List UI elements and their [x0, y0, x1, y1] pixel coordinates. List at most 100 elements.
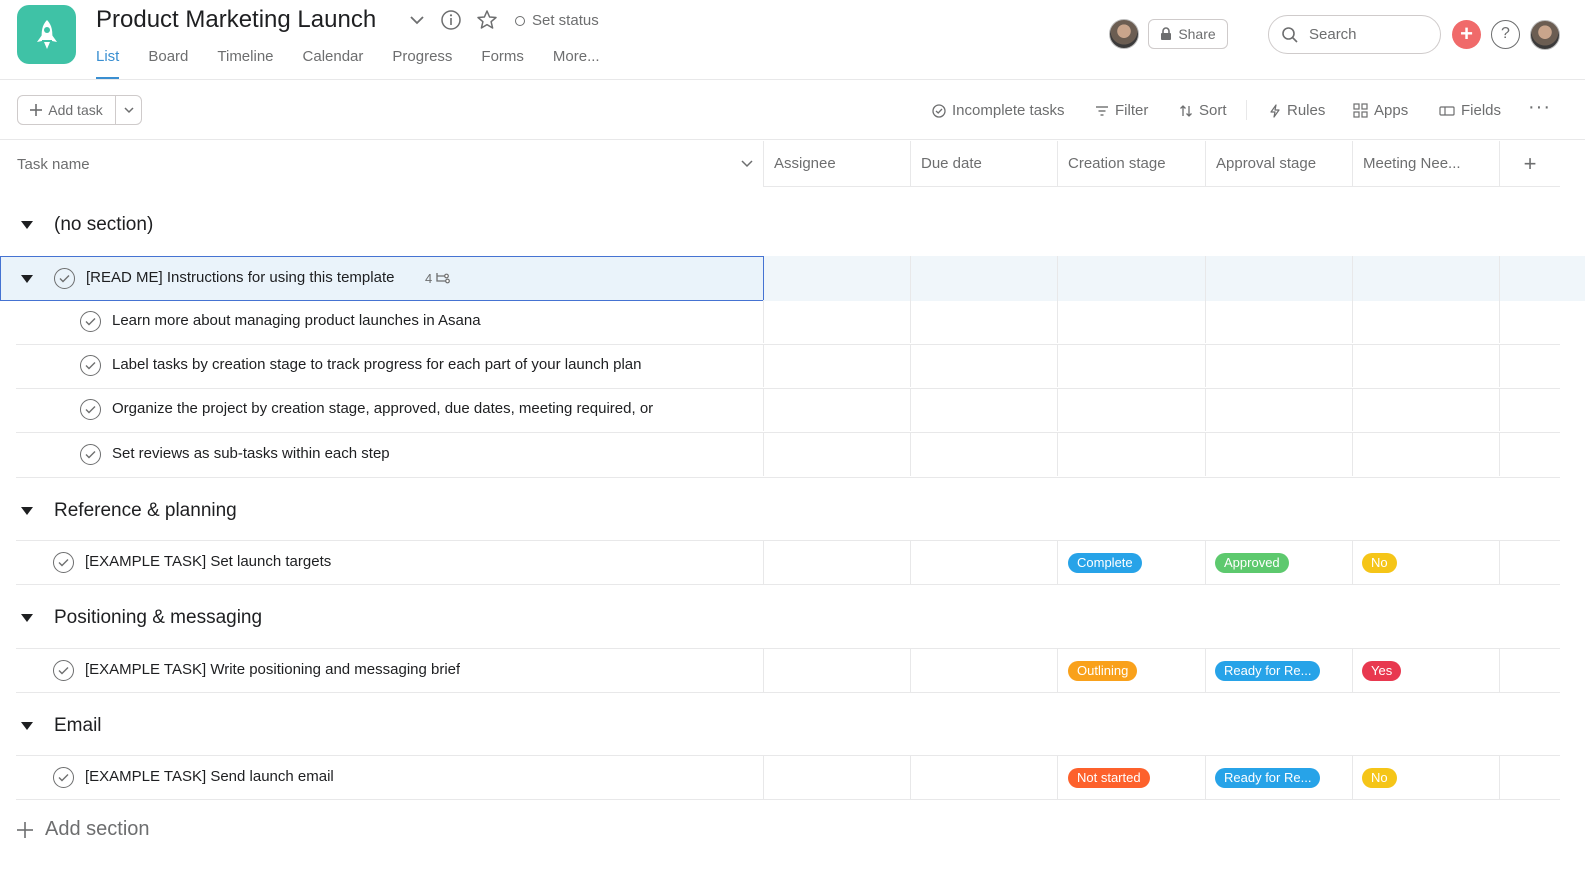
- tab-progress[interactable]: Progress: [392, 48, 452, 79]
- expand-subtasks-caret-icon[interactable]: [21, 275, 33, 283]
- collapse-caret-icon[interactable]: [21, 614, 33, 622]
- selected-task-cell[interactable]: [READ ME] Instructions for using this te…: [0, 256, 764, 301]
- more-actions-icon[interactable]: ···: [1528, 96, 1551, 119]
- add-column-icon[interactable]: +: [1499, 141, 1560, 187]
- subtask-row[interactable]: Organize the project by creation stage, …: [16, 388, 1560, 433]
- creation-stage-cell[interactable]: [1057, 388, 1205, 431]
- meeting-needed-pill[interactable]: No: [1362, 553, 1397, 573]
- column-due-date[interactable]: Due date: [910, 141, 1057, 187]
- approval-stage-cell[interactable]: [1205, 344, 1352, 387]
- star-icon[interactable]: [476, 9, 498, 31]
- meeting-needed-cell[interactable]: [1352, 344, 1499, 387]
- subtask-row[interactable]: Label tasks by creation stage to track p…: [16, 344, 1560, 389]
- due-date-cell[interactable]: [910, 433, 1057, 476]
- chevron-down-icon[interactable]: [408, 11, 426, 29]
- creation-stage-cell[interactable]: [1057, 433, 1205, 476]
- collapse-caret-icon[interactable]: [21, 722, 33, 730]
- subtask-row[interactable]: Set reviews as sub-tasks within each ste…: [16, 433, 1560, 478]
- approval-stage-pill[interactable]: Approved: [1215, 553, 1289, 573]
- quick-add-icon[interactable]: +: [1452, 20, 1481, 49]
- approval-stage-cell[interactable]: Approved: [1205, 541, 1352, 584]
- set-status-button[interactable]: Set status: [515, 12, 599, 29]
- collapse-caret-icon[interactable]: [21, 221, 33, 229]
- complete-check-icon[interactable]: [53, 660, 74, 681]
- due-date-cell[interactable]: [910, 541, 1057, 584]
- add-section-button[interactable]: Add section: [17, 818, 150, 841]
- filter-button[interactable]: Filter: [1095, 102, 1148, 119]
- rules-button[interactable]: Rules: [1269, 102, 1325, 119]
- subtask-name[interactable]: Label tasks by creation stage to track p…: [112, 356, 702, 373]
- creation-stage-cell[interactable]: Complete: [1057, 541, 1205, 584]
- complete-check-icon[interactable]: [54, 268, 75, 289]
- sort-button[interactable]: Sort: [1179, 102, 1227, 119]
- member-avatar[interactable]: [1109, 19, 1139, 49]
- assignee-cell[interactable]: [763, 649, 910, 692]
- task-row[interactable]: [EXAMPLE TASK] Send launch email Not sta…: [16, 755, 1560, 800]
- creation-stage-pill[interactable]: Not started: [1068, 768, 1150, 788]
- column-approval-stage[interactable]: Approval stage: [1205, 141, 1352, 187]
- tab-list[interactable]: List: [96, 48, 120, 79]
- complete-check-icon[interactable]: [80, 355, 101, 376]
- approval-stage-cell[interactable]: [1205, 300, 1352, 343]
- complete-check-icon[interactable]: [80, 311, 101, 332]
- meeting-needed-cell[interactable]: [1352, 300, 1499, 343]
- complete-check-icon[interactable]: [80, 399, 101, 420]
- meeting-needed-cell[interactable]: No: [1352, 541, 1499, 584]
- section-name[interactable]: Email: [54, 715, 102, 737]
- creation-stage-cell[interactable]: Not started: [1057, 756, 1205, 799]
- due-date-cell[interactable]: [910, 300, 1057, 343]
- meeting-needed-cell[interactable]: [1352, 388, 1499, 431]
- incomplete-tasks-filter[interactable]: Incomplete tasks: [932, 102, 1065, 119]
- tab-board[interactable]: Board: [148, 48, 188, 79]
- task-row[interactable]: [EXAMPLE TASK] Write positioning and mes…: [16, 648, 1560, 693]
- meeting-needed-cell[interactable]: No: [1352, 756, 1499, 799]
- approval-stage-cell[interactable]: Ready for Re...: [1205, 756, 1352, 799]
- task-name[interactable]: [EXAMPLE TASK] Send launch email: [85, 768, 334, 785]
- approval-stage-pill[interactable]: Ready for Re...: [1215, 661, 1321, 681]
- meeting-needed-cell[interactable]: Yes: [1352, 649, 1499, 692]
- approval-stage-cell[interactable]: [1205, 388, 1352, 431]
- creation-stage-cell[interactable]: [1057, 344, 1205, 387]
- meeting-needed-pill[interactable]: Yes: [1362, 661, 1402, 681]
- due-date-cell[interactable]: [910, 344, 1057, 387]
- column-assignee[interactable]: Assignee: [763, 141, 910, 187]
- section-name[interactable]: (no section): [54, 214, 153, 236]
- add-task-button[interactable]: Add task: [18, 96, 116, 124]
- meeting-needed-cell[interactable]: [1352, 433, 1499, 476]
- due-date-cell[interactable]: [910, 388, 1057, 431]
- share-button[interactable]: Share: [1148, 19, 1228, 49]
- subtask-name[interactable]: Set reviews as sub-tasks within each ste…: [112, 445, 692, 462]
- subtask-name[interactable]: Organize the project by creation stage, …: [112, 400, 688, 417]
- info-icon[interactable]: [440, 9, 462, 31]
- assignee-cell[interactable]: [763, 433, 910, 476]
- approval-stage-cell[interactable]: Ready for Re...: [1205, 649, 1352, 692]
- approval-stage-pill[interactable]: Ready for Re...: [1215, 768, 1321, 788]
- help-icon[interactable]: ?: [1491, 20, 1520, 49]
- tab-more[interactable]: More...: [553, 48, 600, 79]
- task-row[interactable]: [EXAMPLE TASK] Set launch targets Comple…: [16, 540, 1560, 585]
- creation-stage-cell[interactable]: [1057, 300, 1205, 343]
- assignee-cell[interactable]: [763, 756, 910, 799]
- column-creation-stage[interactable]: Creation stage: [1057, 141, 1205, 187]
- tab-timeline[interactable]: Timeline: [217, 48, 273, 79]
- column-task-name[interactable]: Task name: [0, 141, 763, 187]
- tab-calendar[interactable]: Calendar: [303, 48, 364, 79]
- search-input[interactable]: Search: [1268, 15, 1441, 54]
- project-title[interactable]: Product Marketing Launch: [96, 6, 376, 34]
- complete-check-icon[interactable]: [53, 767, 74, 788]
- tab-forms[interactable]: Forms: [481, 48, 524, 79]
- approval-stage-cell[interactable]: [1205, 433, 1352, 476]
- assignee-cell[interactable]: [763, 300, 910, 343]
- column-meeting-needed[interactable]: Meeting Nee...: [1352, 141, 1499, 187]
- user-avatar[interactable]: [1530, 20, 1560, 50]
- apps-button[interactable]: Apps: [1353, 102, 1408, 119]
- add-task-dropdown[interactable]: [116, 96, 141, 124]
- subtask-row[interactable]: Learn more about managing product launch…: [16, 300, 1560, 345]
- assignee-cell[interactable]: [763, 344, 910, 387]
- assignee-cell[interactable]: [763, 541, 910, 584]
- subtask-name[interactable]: Learn more about managing product launch…: [112, 312, 692, 329]
- creation-stage-cell[interactable]: Outlining: [1057, 649, 1205, 692]
- due-date-cell[interactable]: [910, 649, 1057, 692]
- creation-stage-pill[interactable]: Complete: [1068, 553, 1142, 573]
- due-date-cell[interactable]: [910, 756, 1057, 799]
